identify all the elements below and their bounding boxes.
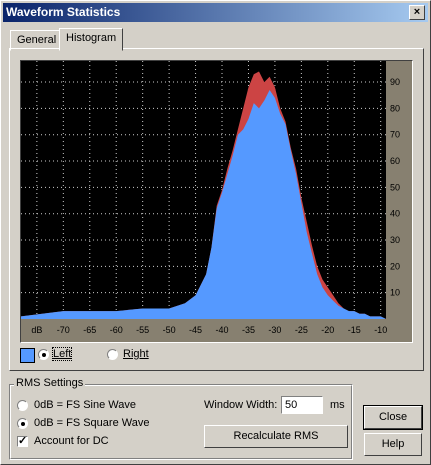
account-dc-label[interactable]: Account for DC [34, 435, 109, 447]
x-tick-label: -10 [374, 325, 387, 335]
y-tick-label: 40 [390, 209, 400, 219]
left-channel-text: Left [53, 348, 72, 360]
x-tick-label: -60 [110, 325, 123, 335]
right-channel-label[interactable]: Right [123, 348, 149, 360]
recalculate-rms-button[interactable]: Recalculate RMS [204, 425, 348, 448]
histogram-chart: dB -70 -65 -60 -55 -50 -45 -40 -35 -30 -25 -20 -15 -1… [21, 61, 400, 335]
close-window-button[interactable]: × [409, 5, 425, 20]
title-bar: Waveform Statistics × [3, 3, 428, 22]
x-tick-label: -40 [216, 325, 229, 335]
x-tick-label: -55 [136, 325, 149, 335]
account-dc-checkbox[interactable]: ✓ [17, 436, 28, 447]
window-width-label: Window Width: [204, 399, 278, 411]
y-tick-label: 70 [390, 130, 400, 140]
y-tick-label: 50 [390, 182, 400, 192]
x-tick-label: dB [31, 325, 42, 335]
x-tick-label: -45 [189, 325, 202, 335]
window-width-unit: ms [330, 399, 345, 411]
y-tick-label: 10 [390, 288, 400, 298]
left-channel-swatch [20, 348, 35, 363]
right-channel-text: Right [123, 348, 149, 360]
square-wave-label[interactable]: 0dB = FS Square Wave [34, 417, 149, 429]
y-tick-label: 80 [390, 103, 400, 113]
x-tick-label: -35 [242, 325, 255, 335]
y-tick-label: 60 [390, 156, 400, 166]
sine-wave-label[interactable]: 0dB = FS Sine Wave [34, 399, 136, 411]
right-channel-radio[interactable] [107, 349, 118, 360]
window-title: Waveform Statistics [6, 5, 121, 19]
x-axis-ticks: dB -70 -65 -60 -55 -50 -45 -40 -35 -30 -25 -20 -15 -1… [31, 325, 387, 335]
square-wave-radio[interactable] [17, 418, 28, 429]
y-axis-ticks: 90 80 70 60 50 40 30 20 10 [390, 77, 400, 298]
left-channel-label[interactable]: Left [51, 347, 73, 361]
x-tick-label: -15 [348, 325, 361, 335]
x-tick-label: -70 [57, 325, 70, 335]
histogram-chart-frame: dB -70 -65 -60 -55 -50 -45 -40 -35 -30 -25 -20 -15 -1… [20, 60, 413, 343]
close-button[interactable]: Close [363, 405, 423, 430]
tab-histogram[interactable]: Histogram [59, 28, 124, 51]
y-tick-label: 30 [390, 235, 400, 245]
x-tick-label: -25 [295, 325, 308, 335]
x-tick-label: -20 [321, 325, 334, 335]
waveform-statistics-window: Waveform Statistics × General Histogram … [0, 0, 431, 465]
y-tick-label: 90 [390, 77, 400, 87]
y-tick-label: 20 [390, 261, 400, 271]
x-tick-label: -65 [83, 325, 96, 335]
left-channel-radio[interactable] [38, 349, 49, 360]
x-tick-label: -30 [268, 325, 281, 335]
x-tick-label: -50 [163, 325, 176, 335]
help-button[interactable]: Help [364, 433, 422, 456]
sine-wave-radio[interactable] [17, 400, 28, 411]
histogram-panel: dB -70 -65 -60 -55 -50 -45 -40 -35 -30 -25 -20 -15 -1… [9, 48, 424, 371]
rms-settings-title: RMS Settings [14, 377, 86, 389]
window-width-input[interactable]: 50 [281, 396, 323, 414]
